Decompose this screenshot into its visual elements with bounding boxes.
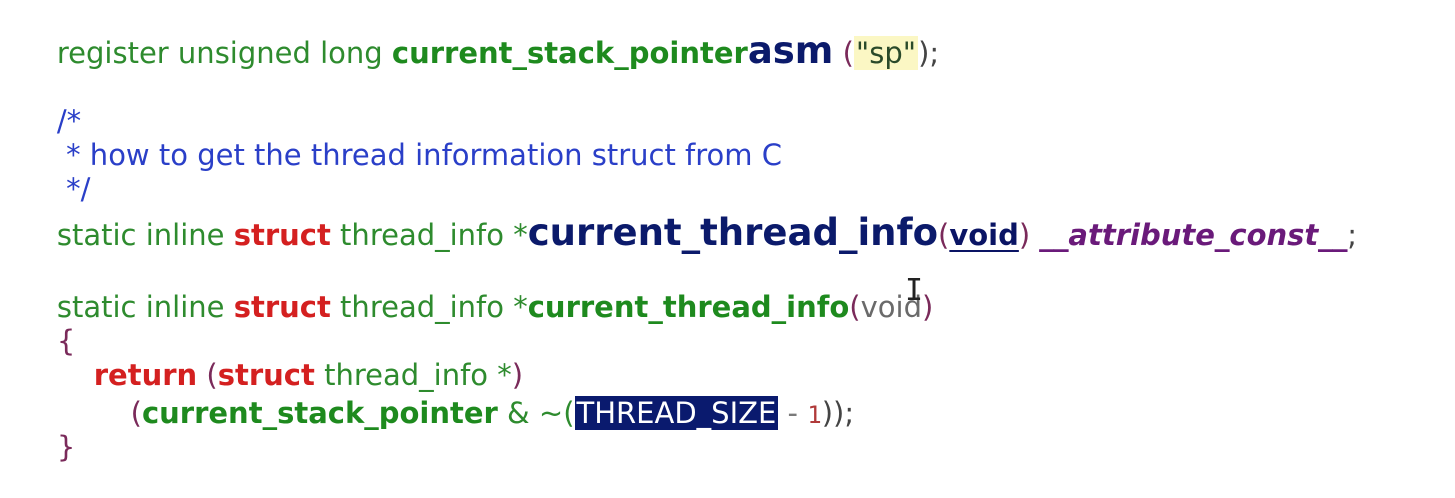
token-keyword: struct xyxy=(233,218,331,252)
code-line-3: * how to get the thread information stru… xyxy=(20,104,782,172)
token-paren: ( xyxy=(833,36,854,70)
token-operator: - xyxy=(778,396,808,430)
token-attribute: __attribute_const__ xyxy=(1039,218,1348,252)
code-line-8: return (struct thread_info *) xyxy=(20,324,523,392)
token-text: static inline xyxy=(56,290,234,324)
token-asm-keyword: asm xyxy=(747,29,834,72)
code-line-2: /* xyxy=(20,70,81,138)
token-function-name: current_thread_info xyxy=(527,211,938,254)
code-line-6: static inline struct thread_info *curren… xyxy=(20,256,933,324)
code-editor[interactable]: register unsigned long current_stack_poi… xyxy=(0,0,1455,464)
token-paren: ( xyxy=(130,396,142,430)
code-line-9: (current_stack_pointer & ~(THREAD_SIZE -… xyxy=(20,362,854,430)
token-string: "sp" xyxy=(853,36,919,70)
code-line-10: } xyxy=(20,396,75,464)
code-line-7: { xyxy=(20,290,75,358)
token-number: 1 xyxy=(807,401,822,429)
token-paren: ) xyxy=(1018,218,1040,252)
token-paren: )); xyxy=(821,396,855,430)
token-type: thread_info * xyxy=(330,218,528,252)
code-line-4: */ xyxy=(20,138,90,206)
token-text: static inline xyxy=(56,218,234,252)
token-identifier: current_stack_pointer xyxy=(391,36,748,70)
token-type: thread_info * xyxy=(330,290,528,324)
token-paren: ( xyxy=(938,218,950,252)
token-paren: ) xyxy=(922,290,934,324)
token-text: register unsigned long xyxy=(56,36,392,70)
code-line-1: register unsigned long current_stack_poi… xyxy=(20,0,939,70)
token-brace: } xyxy=(56,430,76,464)
token-paren: ); xyxy=(918,36,940,70)
token-keyword: struct xyxy=(233,290,331,324)
token-identifier: current_stack_pointer xyxy=(141,396,498,430)
token-semicolon: ; xyxy=(1347,218,1358,252)
selected-text[interactable]: THREAD_SIZE xyxy=(574,396,779,430)
token-operator: & ~( xyxy=(497,396,575,430)
token-function-name: current_thread_info xyxy=(527,290,850,324)
text-cursor-icon: I xyxy=(905,273,924,308)
token-paren: ( xyxy=(849,290,861,324)
token-comment: * how to get the thread information stru… xyxy=(56,138,782,172)
token-void: void xyxy=(949,218,1019,252)
code-line-5: static inline struct thread_info *curren… xyxy=(20,182,1357,252)
